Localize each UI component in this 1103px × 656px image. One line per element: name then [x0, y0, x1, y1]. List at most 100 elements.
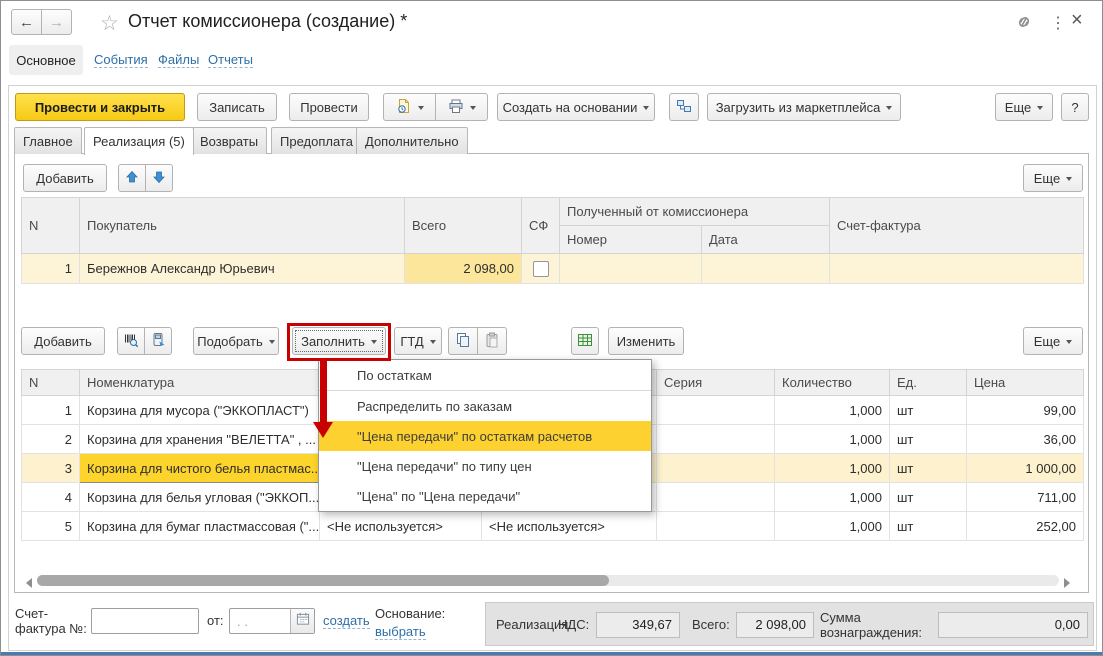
cell-buyer[interactable]: Бережнов Александр Юрьевич	[80, 254, 405, 284]
post-and-close-button[interactable]: Провести и закрыть	[15, 93, 185, 121]
cell-sf	[522, 254, 560, 284]
back-button[interactable]: ←	[11, 9, 42, 35]
col-from-commissioner: Полученный от комиссионера	[560, 198, 830, 226]
cell-n[interactable]: 3	[22, 454, 80, 483]
cell-n[interactable]: 1	[22, 396, 80, 425]
cell-name[interactable]: Корзина для бумаг пластмассовая ("...	[80, 512, 320, 541]
menu-item[interactable]: Распределить по заказам	[319, 391, 651, 421]
favorite-star-icon[interactable]: ☆	[100, 11, 119, 36]
cell-price[interactable]: 711,00	[967, 483, 1084, 512]
tab-prepayment[interactable]: Предоплата	[271, 127, 362, 154]
get-link-icon[interactable]	[1013, 14, 1035, 35]
calendar-button[interactable]	[290, 609, 314, 633]
tab-returns[interactable]: Возвраты	[191, 127, 267, 154]
cell-series[interactable]	[657, 512, 775, 541]
cell-invoice[interactable]	[830, 254, 1084, 284]
cell-unit[interactable]: шт	[890, 483, 967, 512]
pick-button[interactable]: Подобрать	[193, 327, 279, 355]
paste-rows-button[interactable]	[477, 327, 507, 355]
more-label: Еще	[1034, 171, 1060, 186]
cell-c3[interactable]: <Не используется>	[320, 512, 482, 541]
cell-date[interactable]	[702, 254, 830, 284]
cell-n[interactable]: 5	[22, 512, 80, 541]
cell-qty[interactable]: 1,000	[775, 425, 890, 454]
barcode-scan-icon	[123, 332, 139, 351]
invoice-number-input[interactable]	[91, 608, 199, 634]
window-menu-icon[interactable]: ⋮	[1050, 13, 1066, 33]
cell-n[interactable]: 1	[22, 254, 80, 284]
tab-main[interactable]: Главное	[14, 127, 82, 154]
gtd-button[interactable]: ГТД	[394, 327, 442, 355]
help-button[interactable]: ?	[1061, 93, 1089, 121]
post-button[interactable]: Провести	[289, 93, 369, 121]
choose-basis-link[interactable]: выбрать	[375, 624, 426, 640]
date-from-label: от:	[207, 613, 224, 628]
data-terminal-button[interactable]	[144, 327, 172, 355]
related-documents-button[interactable]	[669, 93, 699, 121]
cell-price[interactable]: 1 000,00	[967, 454, 1084, 483]
create-based-on-button[interactable]: Создать на основании	[497, 93, 655, 121]
create-invoice-link[interactable]: создать	[323, 613, 370, 629]
cell-name-focused[interactable]: Корзина для чистого белья пластмас...	[80, 454, 320, 483]
add-buyer-button[interactable]: Добавить	[23, 164, 107, 192]
menu-item[interactable]: По остаткам	[319, 360, 651, 391]
cell-series[interactable]	[657, 425, 775, 454]
move-up-button[interactable]	[118, 164, 146, 192]
nav-item-reports[interactable]: Отчеты	[208, 52, 253, 68]
move-down-button[interactable]	[145, 164, 173, 192]
print-button[interactable]	[435, 93, 488, 121]
cell-unit[interactable]: шт	[890, 425, 967, 454]
sf-checkbox[interactable]	[533, 261, 549, 277]
barcode-scan-button[interactable]	[117, 327, 145, 355]
cell-series[interactable]	[657, 396, 775, 425]
cell-qty[interactable]: 1,000	[775, 483, 890, 512]
invoice-date-input[interactable]: . .	[229, 608, 315, 634]
nav-item-main[interactable]: Основное	[9, 45, 83, 75]
load-from-marketplace-button[interactable]: Загрузить из маркетплейса	[707, 93, 901, 121]
cell-name[interactable]: Корзина для мусора ("ЭККОПЛАСТ")	[80, 396, 320, 425]
more-button-buyers[interactable]: Еще	[1023, 164, 1083, 192]
scroll-left-button[interactable]	[26, 578, 32, 588]
scroll-right-button[interactable]	[1064, 578, 1070, 588]
cell-series[interactable]	[657, 454, 775, 483]
load-table-button[interactable]	[571, 327, 599, 355]
load-from-marketplace-label: Загрузить из маркетплейса	[716, 100, 881, 115]
cell-n[interactable]: 4	[22, 483, 80, 512]
cell-price[interactable]: 99,00	[967, 396, 1084, 425]
post-schedule-button[interactable]	[383, 93, 436, 121]
cell-name[interactable]: Корзина для хранения "ВЕЛЕТТА" , ...	[80, 425, 320, 454]
cell-unit[interactable]: шт	[890, 454, 967, 483]
menu-item[interactable]: "Цена" по "Цена передачи"	[319, 481, 651, 511]
cell-unit[interactable]: шт	[890, 396, 967, 425]
cell-price[interactable]: 36,00	[967, 425, 1084, 454]
tab-realization[interactable]: Реализация (5)	[84, 127, 194, 155]
fill-menu: По остаткам Распределить по заказам "Цен…	[318, 359, 652, 512]
cell-series[interactable]	[657, 483, 775, 512]
cell-n[interactable]: 2	[22, 425, 80, 454]
copy-rows-button[interactable]	[448, 327, 478, 355]
nav-item-files[interactable]: Файлы	[158, 52, 199, 68]
col-total: Всего	[405, 198, 522, 254]
col-sf: СФ	[522, 198, 560, 254]
cell-unit[interactable]: шт	[890, 512, 967, 541]
save-button[interactable]: Записать	[197, 93, 277, 121]
cell-qty[interactable]: 1,000	[775, 512, 890, 541]
forward-button[interactable]: →	[41, 9, 72, 35]
cell-c4[interactable]: <Не используется>	[482, 512, 657, 541]
more-button-top[interactable]: Еще	[995, 93, 1053, 121]
h-scrollbar-thumb[interactable]	[37, 575, 609, 586]
tab-additional[interactable]: Дополнительно	[356, 127, 468, 154]
menu-item-selected[interactable]: "Цена передачи" по остаткам расчетов	[319, 421, 651, 451]
add-item-button[interactable]: Добавить	[21, 327, 105, 355]
edit-button[interactable]: Изменить	[608, 327, 684, 355]
cell-number[interactable]	[560, 254, 702, 284]
cell-total[interactable]: 2 098,00	[405, 254, 522, 284]
cell-price[interactable]: 252,00	[967, 512, 1084, 541]
nav-item-events[interactable]: События	[94, 52, 148, 68]
cell-name[interactable]: Корзина для белья угловая ("ЭККОП...	[80, 483, 320, 512]
cell-qty[interactable]: 1,000	[775, 454, 890, 483]
menu-item[interactable]: "Цена передачи" по типу цен	[319, 451, 651, 481]
cell-qty[interactable]: 1,000	[775, 396, 890, 425]
more-button-items[interactable]: Еще	[1023, 327, 1083, 355]
close-icon[interactable]: ×	[1071, 9, 1083, 32]
